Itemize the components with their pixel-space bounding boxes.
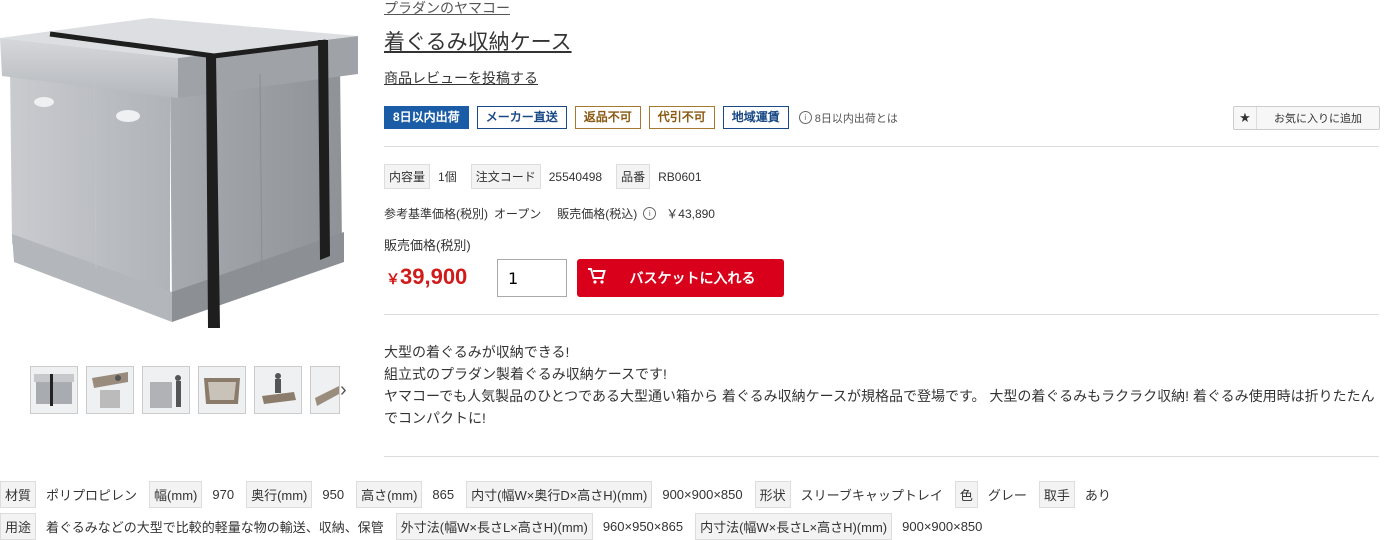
ship-info-label[interactable]: 8日以内出荷とは xyxy=(815,110,898,126)
badge-row: 8日以内出荷 メーカー直送 返品不可 代引不可 地域運賃 i 8日以内出荷とは xyxy=(384,106,898,129)
spec-label-handle: 取手 xyxy=(1038,481,1075,508)
spec-value-color: グレー xyxy=(987,488,1027,503)
spec-value-outer-dimensions: 960×950×865 xyxy=(602,519,684,534)
spec-label-quantity: 内容量 xyxy=(384,164,431,189)
spec-table-row: 用途 着ぐるみなどの大型で比較的軽量な物の輸送、収納、保管 外寸法(幅W×長さL… xyxy=(0,513,1387,540)
spec-label-part-number: 品番 xyxy=(616,164,651,189)
price-label: 販売価格(税別) xyxy=(384,238,471,253)
thumbnail-6[interactable] xyxy=(310,366,340,414)
divider xyxy=(384,456,1379,457)
spec-label-inner-dimensions: 内寸法(幅W×長さL×高さH)(mm) xyxy=(695,513,893,540)
spec-value-inner-size: 900×900×850 xyxy=(662,487,743,502)
spec-label-inner-size: 内寸(幅W×奥行D×高さH)(mm) xyxy=(466,481,653,508)
badge-ship-8days: 8日以内出荷 xyxy=(384,106,469,129)
info-icon[interactable]: i xyxy=(643,207,657,220)
star-icon: ★ xyxy=(1234,107,1257,129)
product-title: 着ぐるみ収納ケース xyxy=(384,31,572,54)
spec-value-width: 970 xyxy=(212,487,235,502)
divider xyxy=(384,314,1379,315)
spec-label-depth: 奥行(mm) xyxy=(246,481,313,508)
add-to-basket-label: バスケットに入れる xyxy=(629,270,756,286)
thumbnail-5[interactable] xyxy=(254,366,302,414)
cart-icon xyxy=(577,267,617,289)
divider xyxy=(384,146,1379,147)
ref-price-value: オープン xyxy=(494,207,542,221)
thumbnail-1[interactable] xyxy=(30,366,78,414)
price-currency: ￥ xyxy=(386,271,400,287)
thumbnail-2[interactable] xyxy=(86,366,134,414)
spec-value-order-code: 25540498 xyxy=(548,169,603,184)
badge-no-cod: 代引不可 xyxy=(648,106,715,129)
thumbnail-4[interactable] xyxy=(198,366,246,414)
add-to-basket-button[interactable]: バスケットに入れる xyxy=(577,259,784,297)
thumbnail-strip xyxy=(30,366,340,414)
favorite-button[interactable]: ★ お気に入りに追加 xyxy=(1233,106,1380,130)
spec-table-row: 材質 ポリプロピレン 幅(mm) 970 奥行(mm) 950 高さ(mm) 8… xyxy=(0,481,1387,508)
badge-regional-shipping: 地域運賃 xyxy=(722,106,789,129)
spec-label-width: 幅(mm) xyxy=(149,481,203,508)
spec-value-handle: あり xyxy=(1084,488,1111,503)
sale-price-value: ￥43,890 xyxy=(666,207,715,221)
product-main-image xyxy=(0,18,362,340)
spec-label-color: 色 xyxy=(954,481,978,508)
info-icon: i xyxy=(798,111,812,124)
brand-link[interactable]: プラダンのヤマコー xyxy=(384,0,510,18)
spec-value-material: ポリプロピレン xyxy=(46,488,138,503)
spec-label-order-code: 注文コード xyxy=(470,164,541,189)
price: ￥39,900 xyxy=(386,264,467,290)
favorite-label: お気に入りに追加 xyxy=(1274,113,1362,125)
spec-value-shape: スリーブキャップトレイ xyxy=(800,488,943,503)
badge-maker-direct: メーカー直送 xyxy=(476,106,567,129)
thumbnail-3[interactable] xyxy=(142,366,190,414)
spec-value-height: 865 xyxy=(432,487,455,502)
spec-value-inner-dimensions: 900×900×850 xyxy=(902,519,983,534)
spec-label-material: 材質 xyxy=(0,481,37,508)
description-line: 大型の着ぐるみが収納できる! xyxy=(384,344,570,360)
reference-price: 参考基準価格(税別) オープン 販売価格(税込) i ￥43,890 xyxy=(384,205,715,222)
spec-row: 内容量 1個 注文コード 25540498 品番 RB0601 xyxy=(384,164,710,189)
ref-price-label: 参考基準価格(税別) xyxy=(384,207,488,221)
product-description: 大型の着ぐるみが収納できる! 組立式のプラダン製着ぐるみ収納ケースです! ヤマコ… xyxy=(384,341,1379,429)
spec-value-part-number: RB0601 xyxy=(658,169,702,184)
spec-value-quantity: 1個 xyxy=(438,170,457,184)
chevron-right-icon[interactable]: › xyxy=(340,380,354,400)
price-amount: 39,900 xyxy=(400,264,468,289)
spec-label-use: 用途 xyxy=(0,513,37,540)
description-line: 組立式のプラダン製着ぐるみ収納ケースです! xyxy=(384,366,667,382)
spec-label-height: 高さ(mm) xyxy=(356,481,423,508)
spec-label-shape: 形状 xyxy=(754,481,791,508)
ship-info-link[interactable]: i 8日以内出荷とは xyxy=(798,110,898,126)
review-link[interactable]: 商品レビューを投稿する xyxy=(384,68,538,88)
badge-no-return: 返品不可 xyxy=(574,106,641,129)
spec-value-use: 着ぐるみなどの大型で比較的軽量な物の輸送、収納、保管 xyxy=(46,520,384,535)
sale-price-label: 販売価格(税込) xyxy=(557,207,638,221)
quantity-input[interactable] xyxy=(497,259,567,297)
spec-label-outer-dimensions: 外寸法(幅W×長さL×高さH)(mm) xyxy=(395,513,593,540)
spec-value-depth: 950 xyxy=(322,487,345,502)
description-line: ヤマコーでも人気製品のひとつである大型通い箱から 着ぐるみ収納ケースが規格品で登… xyxy=(384,388,1375,426)
